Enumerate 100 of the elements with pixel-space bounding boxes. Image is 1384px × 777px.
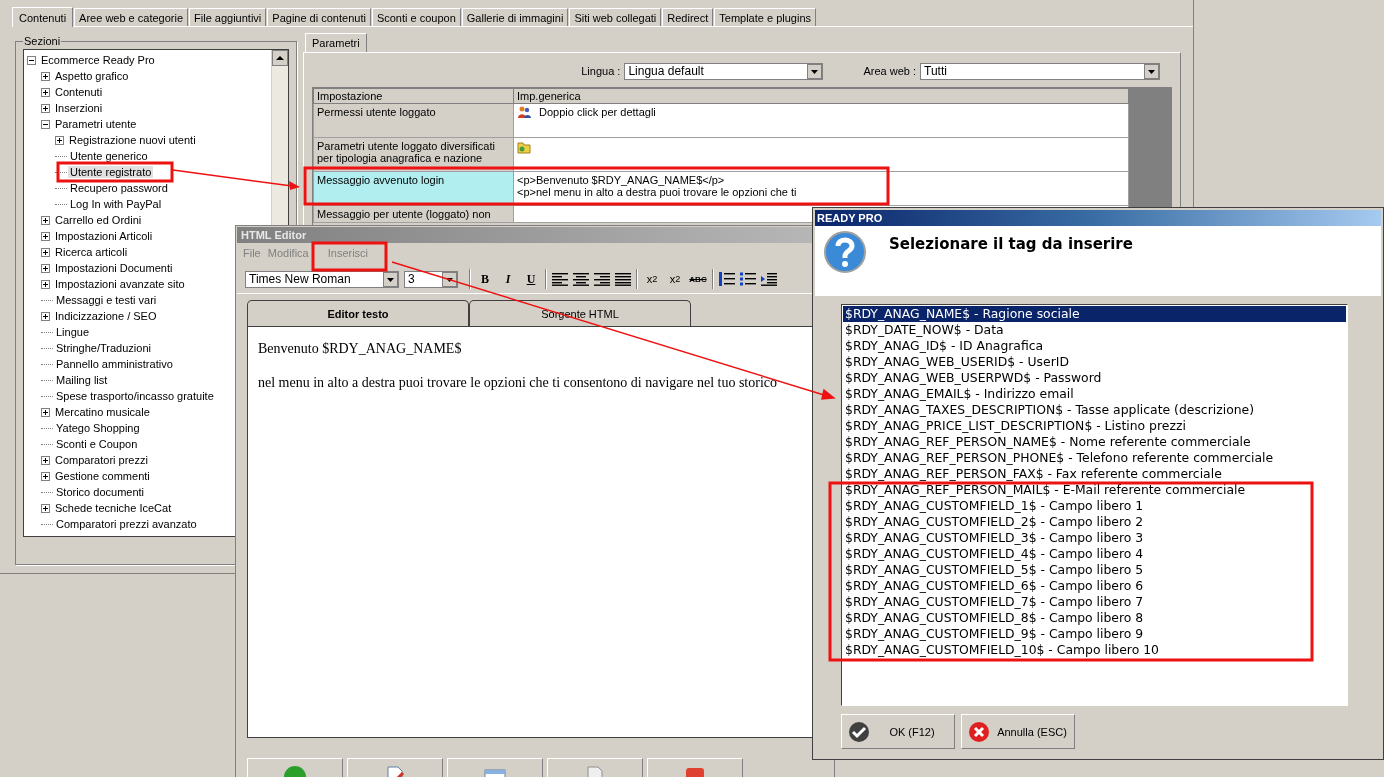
expand-icon[interactable]: [41, 471, 50, 481]
tree-item[interactable]: Contenuti: [53, 86, 105, 98]
tag-item[interactable]: $RDY_ANAG_REF_PERSON_PHONE$ - Telefono referente commerciale: [843, 450, 1346, 466]
expand-icon[interactable]: [41, 503, 50, 513]
tag-item[interactable]: $RDY_ANAG_WEB_USERID$ - UserID: [843, 354, 1346, 370]
tree-item[interactable]: Inserzioni: [53, 102, 105, 114]
expand-icon[interactable]: [41, 231, 50, 241]
tab[interactable]: Gallerie di immagini: [461, 8, 569, 26]
tree-item[interactable]: Utente generico: [68, 150, 150, 162]
align-left-icon[interactable]: [552, 272, 568, 286]
tree-item[interactable]: Sconti e Coupon: [54, 438, 140, 450]
expand-icon[interactable]: [41, 103, 50, 113]
tree-item[interactable]: Comparatori prezzi avanzato: [54, 518, 199, 530]
tag-item[interactable]: $RDY_ANAG_CUSTOMFIELD_7$ - Campo libero 7: [843, 594, 1346, 610]
language-dropdown[interactable]: Lingua default: [624, 62, 824, 80]
expand-icon[interactable]: [41, 247, 50, 257]
expand-icon[interactable]: [41, 311, 50, 321]
tab[interactable]: Siti web collegati: [569, 8, 662, 26]
column-header: Imp.generica: [513, 88, 1129, 104]
italic-button[interactable]: I: [499, 270, 517, 288]
tree-item[interactable]: Impostazioni Articoli: [53, 230, 155, 242]
tree-item[interactable]: Indicizzazione / SEO: [53, 310, 159, 322]
expand-icon[interactable]: [41, 263, 50, 273]
tag-item[interactable]: $RDY_ANAG_REF_PERSON_MAIL$ - E-Mail referente commerciale: [843, 482, 1346, 498]
tag-item[interactable]: $RDY_ANAG_CUSTOMFIELD_10$ - Campo libero 10: [843, 642, 1346, 658]
tree-item[interactable]: Registrazione nuovi utenti: [67, 134, 198, 146]
tab[interactable]: Pagine di contenuti: [267, 8, 371, 26]
bold-button[interactable]: B: [476, 270, 494, 288]
expand-icon[interactable]: [41, 407, 50, 417]
area-dropdown[interactable]: Tutti: [920, 62, 1160, 80]
tree-item[interactable]: Utente registrato: [68, 166, 154, 178]
expand-icon[interactable]: [55, 135, 64, 145]
tag-item[interactable]: $RDY_ANAG_PRICE_LIST_DESCRIPTION$ - Listino prezzi: [843, 418, 1346, 434]
tree-item[interactable]: Ecommerce Ready Pro: [39, 54, 157, 66]
tree-item[interactable]: Messaggi e testi vari: [54, 294, 159, 306]
cancel-button[interactable]: Annulla (ESC): [961, 714, 1075, 749]
tag-item[interactable]: $RDY_ANAG_CUSTOMFIELD_9$ - Campo libero 9: [843, 626, 1346, 642]
tag-item[interactable]: $RDY_ANAG_CUSTOMFIELD_5$ - Campo libero 5: [843, 562, 1346, 578]
tab[interactable]: Parametri: [305, 33, 367, 52]
tag-item[interactable]: $RDY_DATE_NOW$ - Data: [843, 322, 1346, 338]
collapse-icon[interactable]: [27, 55, 36, 65]
underline-button[interactable]: U: [522, 270, 540, 288]
tag-item[interactable]: $RDY_ANAG_ID$ - ID Anagrafica: [843, 338, 1346, 354]
tab[interactable]: Template e plugins: [714, 8, 816, 26]
ok-button[interactable]: OK (F12): [841, 714, 955, 749]
tag-item[interactable]: $RDY_ANAG_CUSTOMFIELD_3$ - Campo libero 3: [843, 530, 1346, 546]
tree-item[interactable]: Aspetto grafico: [53, 70, 131, 82]
expand-icon[interactable]: [41, 215, 50, 225]
tree-item[interactable]: Carrello ed Ordini: [53, 214, 144, 226]
expand-icon[interactable]: [41, 279, 50, 289]
users-icon: [517, 106, 531, 119]
tag-item[interactable]: $RDY_ANAG_NAME$ - Ragione sociale: [843, 306, 1346, 322]
tag-item[interactable]: $RDY_ANAG_EMAIL$ - Indirizzo email: [843, 386, 1346, 402]
tree-item[interactable]: Impostazioni Documenti: [53, 262, 175, 274]
tree-item[interactable]: Stringhe/Traduzioni: [54, 342, 153, 354]
tree-item[interactable]: Pannello amministrativo: [54, 358, 175, 370]
expand-icon[interactable]: [41, 87, 50, 97]
tag-item[interactable]: $RDY_ANAG_CUSTOMFIELD_1$ - Campo libero 1: [843, 498, 1346, 514]
tree-item[interactable]: Yatego Shopping: [54, 422, 142, 434]
expand-icon[interactable]: [41, 71, 50, 81]
tag-item[interactable]: $RDY_ANAG_TAXES_DESCRIPTION$ - Tasse applicate (descrizione): [843, 402, 1346, 418]
editor-tab[interactable]: Editor testo: [247, 300, 469, 326]
tab[interactable]: Sconti e coupon: [371, 8, 461, 26]
tab[interactable]: File aggiuntivi: [189, 8, 267, 26]
tag-item[interactable]: $RDY_ANAG_REF_PERSON_FAX$ - Fax referente commerciale: [843, 466, 1346, 482]
align-center-icon[interactable]: [573, 272, 589, 286]
tree-item[interactable]: Storico documenti: [54, 486, 147, 498]
justify-icon[interactable]: [615, 272, 631, 286]
tree-item[interactable]: Spese trasporto/incasso gratuite: [54, 390, 216, 402]
tab[interactable]: Aree web e categorie: [74, 8, 189, 26]
indent-icon[interactable]: [761, 272, 777, 286]
scroll-up-icon[interactable]: [272, 50, 288, 66]
tree-item[interactable]: Ricerca articoli: [53, 246, 130, 258]
tree-item[interactable]: Lingue: [54, 326, 92, 338]
tree-item[interactable]: Recupero password: [68, 182, 170, 194]
tree-item[interactable]: Gestione commenti: [53, 470, 152, 482]
collapse-icon[interactable]: [41, 119, 50, 129]
expand-icon[interactable]: [41, 455, 50, 465]
tree-item[interactable]: Impostazioni avanzate sito: [53, 278, 187, 290]
tag-item[interactable]: $RDY_ANAG_CUSTOMFIELD_4$ - Campo libero 4: [843, 546, 1346, 562]
tree-item[interactable]: Comparatori prezzi: [53, 454, 150, 466]
bullet-list-icon[interactable]: [740, 272, 756, 286]
size-dropdown[interactable]: 3: [404, 270, 458, 288]
spellcheck-button[interactable]: ABC: [689, 270, 707, 288]
tree-item[interactable]: Schede tecniche IceCat: [53, 502, 174, 514]
numbered-list-icon[interactable]: [719, 272, 735, 286]
tree-item[interactable]: Mailing list: [54, 374, 110, 386]
tag-item[interactable]: $RDY_ANAG_WEB_USERPWD$ - Password: [843, 370, 1346, 386]
tag-item[interactable]: $RDY_ANAG_REF_PERSON_NAME$ - Nome referente commerciale: [843, 434, 1346, 450]
tab[interactable]: Contenuti: [12, 7, 74, 27]
tree-item[interactable]: Log In with PayPal: [68, 198, 164, 210]
tree-item[interactable]: Parametri utente: [53, 118, 139, 130]
setting-cell[interactable]: Permessi utente loggato: [313, 103, 514, 138]
tag-item[interactable]: $RDY_ANAG_CUSTOMFIELD_6$ - Campo libero 6: [843, 578, 1346, 594]
align-right-icon[interactable]: [594, 272, 610, 286]
tab[interactable]: Redirect: [662, 8, 714, 26]
tag-item[interactable]: $RDY_ANAG_CUSTOMFIELD_2$ - Campo libero 2: [843, 514, 1346, 530]
tag-item[interactable]: $RDY_ANAG_CUSTOMFIELD_8$ - Campo libero 8: [843, 610, 1346, 626]
tree-item[interactable]: Mercatino musicale: [53, 406, 152, 418]
font-dropdown[interactable]: Times New Roman: [245, 270, 399, 288]
